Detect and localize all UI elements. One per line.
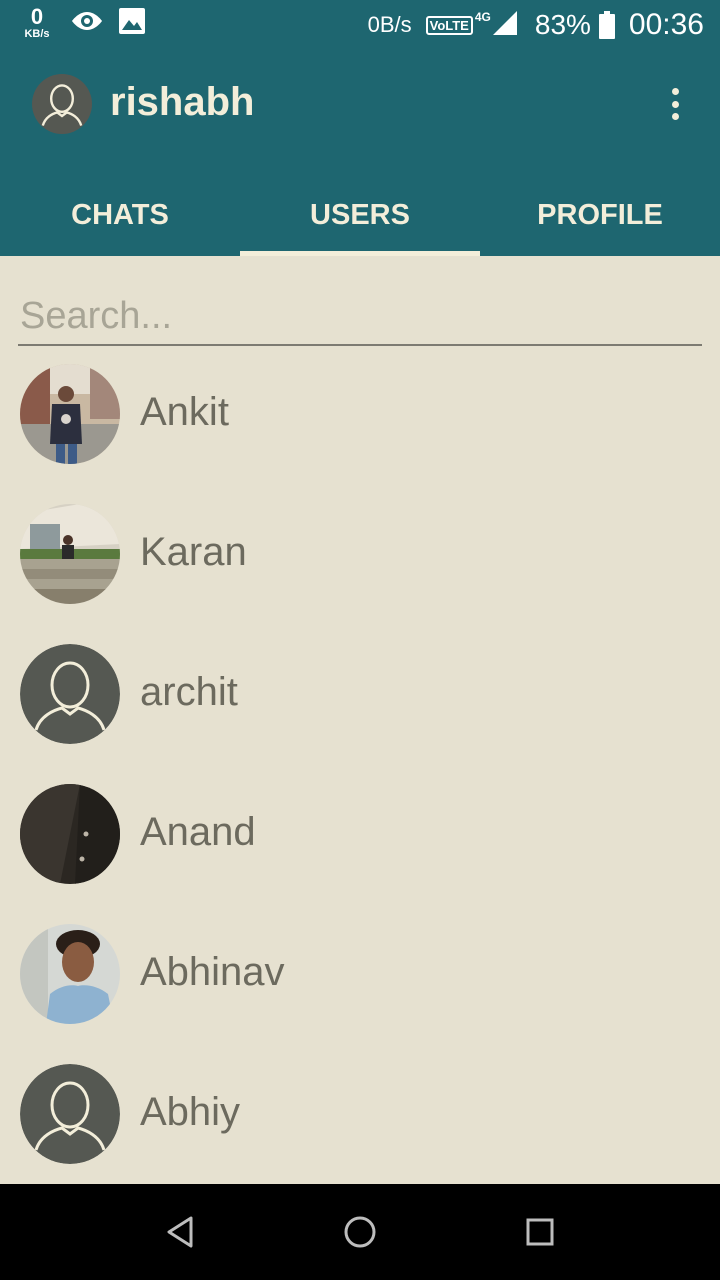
list-item[interactable]: archit xyxy=(0,644,720,784)
list-item[interactable]: Abhiy xyxy=(0,1064,720,1204)
volte-badge: VoLTE xyxy=(425,15,473,35)
user-name: Abhiy xyxy=(140,1090,241,1134)
avatar xyxy=(20,924,120,1024)
signal-icon xyxy=(491,9,519,42)
data-speed-value: 0 xyxy=(30,4,44,29)
battery-icon xyxy=(598,11,615,39)
eye-icon xyxy=(70,9,104,38)
battery-percent: 83% xyxy=(534,9,591,40)
clock: 00:36 xyxy=(628,8,704,41)
avatar xyxy=(20,504,120,604)
tab-profile[interactable]: PROFILE xyxy=(480,178,720,256)
tab-bar: CHATS USERS PROFILE xyxy=(0,178,720,256)
tab-users[interactable]: USERS xyxy=(240,178,480,256)
user-name: Ankit xyxy=(140,390,229,434)
user-name: Abhinav xyxy=(140,950,285,994)
user-list: Ankit Karan archit Anand Abhinav Abhiy xyxy=(0,364,720,1204)
home-icon[interactable] xyxy=(330,1204,390,1260)
network-type: 4G xyxy=(474,10,491,24)
back-icon[interactable] xyxy=(150,1204,210,1260)
avatar-placeholder-icon xyxy=(20,644,120,744)
search-input[interactable] xyxy=(18,288,702,346)
user-name: Karan xyxy=(140,530,247,574)
list-item[interactable]: Anand xyxy=(0,784,720,924)
navigation-bar xyxy=(0,1184,720,1280)
list-item[interactable]: Abhinav xyxy=(0,924,720,1064)
list-item[interactable]: Ankit xyxy=(0,364,720,504)
avatar-icon[interactable] xyxy=(32,74,92,134)
avatar-placeholder-icon xyxy=(20,1064,120,1164)
data-speed-unit: KB/s xyxy=(24,28,50,40)
network-speed: 0B/s xyxy=(367,12,412,37)
avatar xyxy=(20,784,120,884)
app-title: rishabh xyxy=(110,80,255,124)
user-name: archit xyxy=(140,670,238,714)
tab-chats[interactable]: CHATS xyxy=(0,178,240,256)
list-item[interactable]: Karan xyxy=(0,504,720,644)
image-icon xyxy=(118,7,146,40)
data-speed-indicator: 0 KB/s xyxy=(18,6,56,40)
user-name: Anand xyxy=(140,810,256,854)
avatar xyxy=(20,364,120,464)
more-vert-icon[interactable] xyxy=(660,84,690,124)
app-bar: rishabh CHATS USERS PROFILE xyxy=(0,50,720,256)
recents-icon[interactable] xyxy=(510,1204,570,1260)
status-bar: 0 KB/s 0B/s VoLTE 4G 83% 00:36 xyxy=(0,0,720,50)
